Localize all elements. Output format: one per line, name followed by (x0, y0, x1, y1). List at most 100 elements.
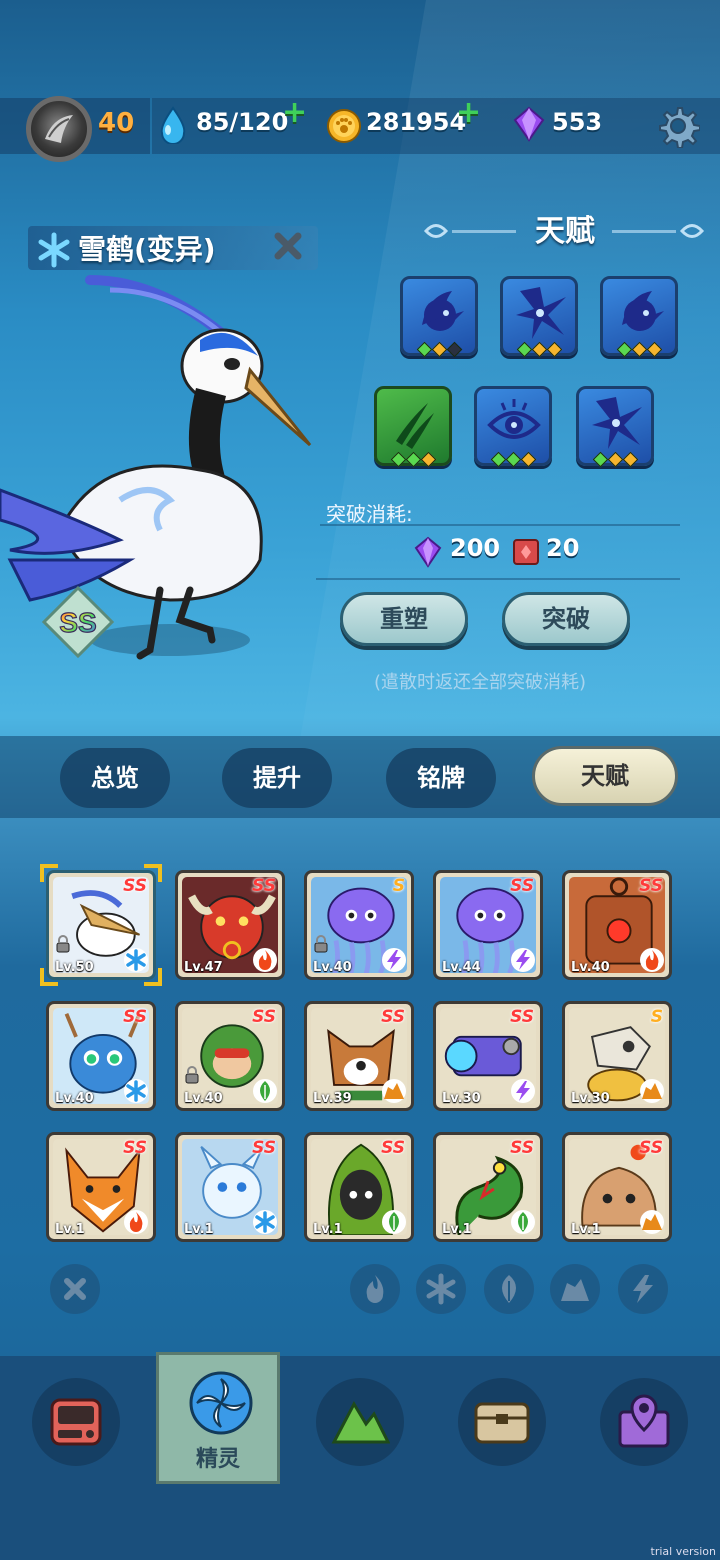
ice-element-icon (123, 1078, 149, 1104)
pet-level-label: Lv.1 (55, 1222, 85, 1237)
thunder-filter-icon (633, 1275, 653, 1303)
skill-level-dots (579, 450, 651, 469)
watermark: trial version (650, 1545, 716, 1558)
pet-card-dog[interactable]: SS Lv.39 (304, 1001, 414, 1111)
player-avatar[interactable] (26, 96, 92, 162)
cost-label: 突破消耗: (326, 502, 413, 526)
divider (316, 578, 680, 580)
grass-element-icon (381, 1209, 407, 1235)
pet-card-crane[interactable]: SS Lv.50 (46, 870, 156, 980)
level-dot (405, 451, 421, 468)
pet-level-label: Lv.1 (184, 1222, 214, 1237)
talent-skill-slot[interactable] (500, 276, 578, 359)
clear-filter-button[interactable] (50, 1264, 100, 1314)
pet-card-skull[interactable]: S Lv.30 (562, 1001, 672, 1111)
selection-corner (144, 864, 162, 882)
pet-card-snake[interactable]: SS Lv.1 (433, 1132, 543, 1242)
grass-filter-icon (502, 1275, 516, 1303)
talent-skill-slot[interactable] (600, 276, 678, 358)
pet-rank-label: SS (510, 1138, 534, 1158)
energy-add-button[interactable]: + (282, 98, 307, 128)
pet-card-deer[interactable]: SS Lv.40 (46, 1001, 156, 1111)
thunder-element-icon (510, 947, 536, 973)
nav-mountain[interactable] (316, 1378, 404, 1466)
pet-level-label: Lv.1 (442, 1222, 472, 1237)
rock-filter-icon (561, 1279, 589, 1301)
cost-gem-value: 200 (450, 534, 501, 562)
rock-element-icon (639, 1078, 665, 1104)
spirit-icon (189, 1371, 253, 1435)
pet-level-label: Lv.40 (184, 1091, 223, 1106)
gear-icon[interactable] (656, 104, 700, 148)
tab-upgrade[interactable]: 提升 (222, 748, 332, 808)
pet-card-hood[interactable]: SS Lv.1 (304, 1132, 414, 1242)
filter-thunder[interactable] (618, 1264, 668, 1314)
rock-element-icon (381, 1078, 407, 1104)
pet-card-jellyfish[interactable]: SS Lv.44 (433, 870, 543, 980)
level-dot (546, 341, 562, 358)
nav-spirit-label: 精灵 (195, 1447, 240, 1472)
resource-bar: 40 85/120 + 281954 + 553 (0, 96, 720, 162)
filter-ice[interactable] (416, 1264, 466, 1314)
grass-element-icon (252, 1078, 278, 1104)
pet-card-monkey[interactable]: SS Lv.40 (175, 1001, 285, 1111)
level-dot (505, 451, 521, 468)
tab-nameplate[interactable]: 铭牌 (386, 748, 496, 808)
nav-chest[interactable] (458, 1378, 546, 1466)
pet-level-label: Lv.1 (313, 1222, 343, 1237)
ice-filter-icon (426, 1273, 456, 1305)
fire-element-icon (252, 947, 278, 973)
game-screen: 40 85/120 + 281954 + 553 雪鹤(变异) SS 天赋 突破… (0, 0, 720, 1560)
pet-card-jellyfish[interactable]: S Lv.40 (304, 870, 414, 980)
red-book-icon (513, 539, 539, 565)
skill-level-dots (377, 450, 449, 469)
selection-corner (40, 968, 58, 986)
pet-level-label: Lv.39 (313, 1091, 352, 1106)
talent-skill-slot[interactable] (374, 386, 452, 469)
tab-talent[interactable]: 天赋 (532, 746, 678, 806)
talent-skill-slot[interactable] (400, 276, 478, 358)
pet-card-blob[interactable]: SS Lv.1 (562, 1132, 672, 1242)
pet-card-sprite[interactable]: SS Lv.1 (175, 1132, 285, 1242)
close-icon (64, 1278, 86, 1300)
ice-element-icon (252, 1209, 278, 1235)
pet-level-label: Lv.30 (442, 1091, 481, 1106)
pet-level-label: Lv.47 (184, 960, 223, 975)
talent-skill-slot[interactable] (474, 386, 552, 469)
paw-coin-icon (327, 109, 361, 143)
level-dot (631, 341, 647, 358)
pet-level-label: Lv.30 (571, 1091, 610, 1106)
pet-card-robot[interactable]: SS Lv.40 (562, 870, 672, 980)
pet-card-bull[interactable]: SS Lv.47 (175, 870, 285, 980)
level-dot (416, 341, 432, 358)
level-dot (622, 451, 638, 468)
filter-fire[interactable] (350, 1264, 400, 1314)
pet-level-label: Lv.50 (55, 960, 94, 975)
pet-rank-label: SS (252, 1138, 276, 1158)
player-level: 40 (98, 108, 135, 138)
pet-level-label: Lv.44 (442, 960, 481, 975)
skill-level-dots (477, 450, 549, 469)
gem-value: 553 (552, 108, 603, 136)
nav-device[interactable] (32, 1378, 120, 1466)
energy-value: 85/120 (196, 108, 289, 136)
thunder-element-icon (510, 1078, 536, 1104)
level-dot (646, 341, 662, 358)
skill-level-dots (503, 340, 575, 359)
filter-grass[interactable] (484, 1264, 534, 1314)
nav-spirit[interactable]: 精灵 (156, 1352, 280, 1484)
coin-add-button[interactable]: + (456, 98, 481, 128)
reshape-button[interactable]: 重塑 (340, 592, 468, 646)
close-icon[interactable] (272, 230, 304, 262)
cost-book-value: 20 (546, 534, 580, 562)
talent-skill-slot[interactable] (576, 386, 654, 469)
level-dot (592, 451, 608, 468)
filter-rock[interactable] (550, 1264, 600, 1314)
nav-map[interactable] (600, 1378, 688, 1466)
pet-card-fox[interactable]: SS Lv.1 (46, 1132, 156, 1242)
pet-card-cannon[interactable]: SS Lv.30 (433, 1001, 543, 1111)
tab-overview[interactable]: 总览 (60, 748, 170, 808)
detail-tab-bar: 总览 提升 铭牌 天赋 (0, 736, 720, 818)
breakthrough-button[interactable]: 突破 (502, 592, 630, 646)
fire-element-icon (639, 947, 665, 973)
